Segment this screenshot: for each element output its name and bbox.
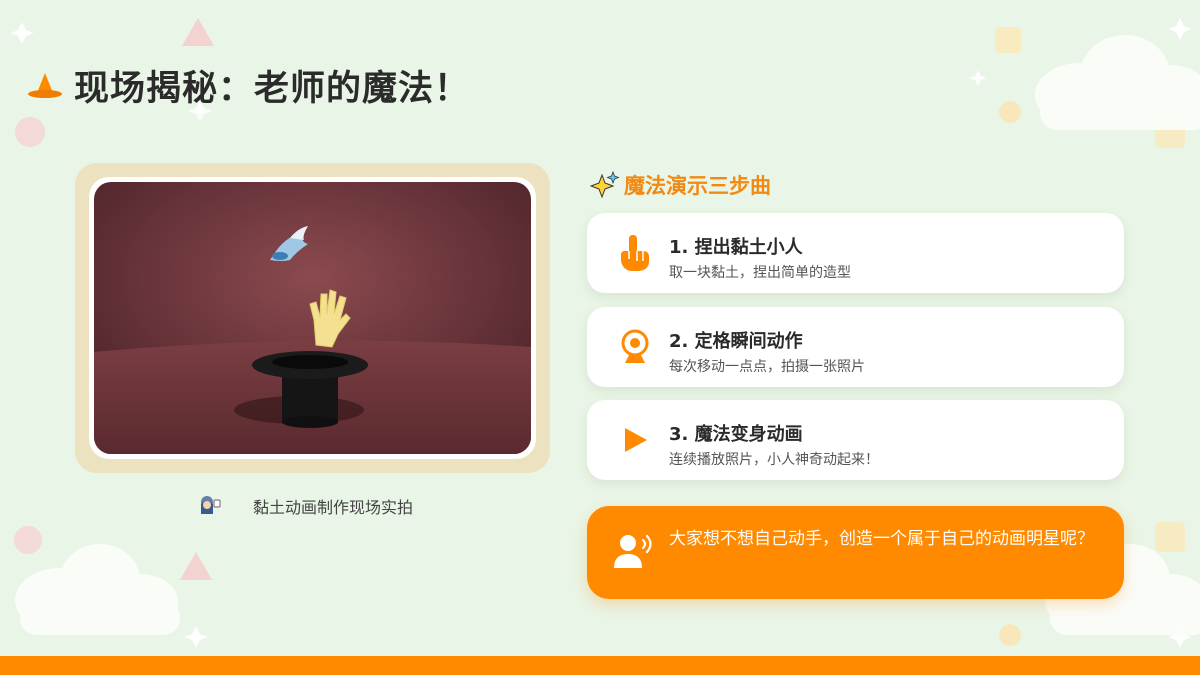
call-to-action-text: 大家想不想自己动手，创造一个属于自己的动画明星呢？ (669, 529, 1094, 549)
photo-caption-row: 黏土动画制作现场实拍 (197, 494, 413, 518)
step-title: 2. 定格瞬间动作 (669, 331, 803, 352)
magic-hat-photo (94, 182, 531, 454)
wizard-hat-icon (26, 71, 64, 101)
speaking-person-icon (611, 532, 653, 574)
pointing-hand-icon (615, 233, 655, 273)
steps-header: 魔法演示三步曲 (589, 170, 771, 200)
step-description: 连续播放照片，小人神奇动起来！ (669, 452, 879, 468)
step-description: 每次移动一点点，拍摄一张照片 (669, 359, 865, 375)
step-card-2: 2. 定格瞬间动作 每次移动一点点，拍摄一张照片 (587, 307, 1124, 387)
photo-caption: 黏土动画制作现场实拍 (253, 498, 414, 517)
step-title: 1. 捏出黏土小人 (669, 237, 803, 258)
bottom-accent-bar (0, 656, 1200, 675)
camera-icon (615, 327, 655, 367)
page-title: 现场揭秘：老师的魔法！ (74, 68, 471, 109)
step-description: 取一块黏土，捏出简单的造型 (669, 265, 851, 281)
call-to-action-box: 大家想不想自己动手，创造一个属于自己的动画明星呢？ (587, 506, 1124, 599)
page-header: 现场揭秘：老师的魔法！ (26, 60, 470, 111)
play-icon (615, 420, 655, 460)
person-icon (197, 494, 223, 518)
step-card-1: 1. 捏出黏土小人 取一块黏土，捏出简单的造型 (587, 213, 1124, 293)
steps-title: 魔法演示三步曲 (624, 173, 771, 198)
step-card-3: 3. 魔法变身动画 连续播放照片，小人神奇动起来！ (587, 400, 1124, 480)
photo-border (89, 177, 536, 459)
sparkles-icon (589, 170, 620, 199)
step-title: 3. 魔法变身动画 (669, 424, 803, 445)
photo-frame (75, 163, 550, 473)
